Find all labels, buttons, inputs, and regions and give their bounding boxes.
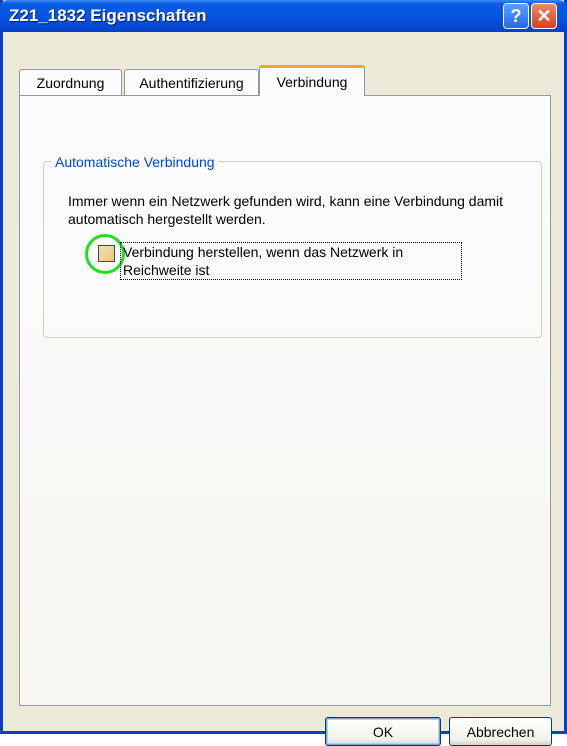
dialog-client-area: Zuordnung Authentifizierung Verbindung A… — [3, 32, 564, 746]
title-bar[interactable]: Z21_1832 Eigenschaften ? ✕ — [0, 0, 567, 32]
cancel-button-label: Abbrechen — [466, 723, 535, 740]
auto-connect-label[interactable]: Verbindung herstellen, wenn das Netzwerk… — [120, 242, 462, 280]
tab-label: Zuordnung — [36, 74, 105, 91]
tab-zuordnung[interactable]: Zuordnung — [19, 69, 122, 95]
group-legend: Automatische Verbindung — [52, 154, 218, 170]
ok-button[interactable]: OK — [325, 717, 441, 746]
cancel-button[interactable]: Abbrechen — [449, 717, 552, 746]
help-icon: ? — [510, 5, 522, 26]
tab-label: Authentifizierung — [139, 74, 244, 91]
tab-label: Verbindung — [276, 74, 348, 90]
close-icon: ✕ — [536, 5, 552, 26]
tab-authentifizierung[interactable]: Authentifizierung — [124, 69, 259, 95]
description-text: Immer wenn ein Netzwerk gefunden wird, k… — [68, 193, 504, 227]
tab-verbindung[interactable]: Verbindung — [259, 65, 365, 96]
highlight-circle-annotation — [85, 234, 125, 274]
ok-button-label: OK — [372, 723, 394, 740]
properties-dialog: Z21_1832 Eigenschaften ? ✕ Zuordnung Aut… — [0, 0, 567, 746]
help-button[interactable]: ? — [503, 3, 529, 29]
close-button[interactable]: ✕ — [531, 3, 557, 29]
window-title: Z21_1832 Eigenschaften — [9, 6, 207, 25]
tab-panel-verbindung: Automatische Verbindung Immer wenn ein N… — [19, 95, 551, 706]
